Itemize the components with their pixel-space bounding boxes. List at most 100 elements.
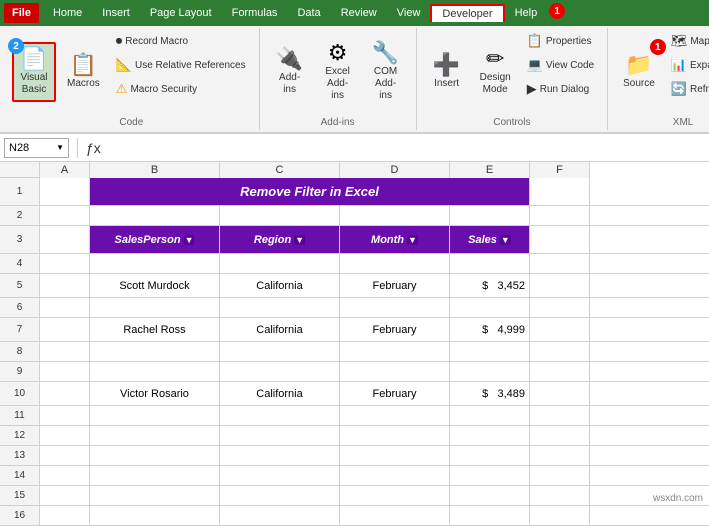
cell-b2[interactable] <box>90 206 220 225</box>
cell-a1[interactable] <box>40 178 90 205</box>
map-props-button[interactable]: 🗺 Map Prop... <box>666 30 709 52</box>
cell-b5[interactable]: Scott Murdock <box>90 274 220 297</box>
col-header-d[interactable]: D <box>340 162 450 178</box>
cell-e16[interactable] <box>450 506 530 525</box>
row-header-2[interactable]: 2 <box>0 206 39 226</box>
cell-d9[interactable] <box>340 362 450 381</box>
row-header-10[interactable]: 10 <box>0 382 39 406</box>
row-header-8[interactable]: 8 <box>0 342 39 362</box>
formula-input[interactable] <box>105 138 705 158</box>
col-header-a[interactable]: A <box>40 162 90 178</box>
row-header-16[interactable]: 16 <box>0 506 39 526</box>
cell-e3-header[interactable]: Sales ▼ <box>450 226 530 253</box>
cell-f16[interactable] <box>530 506 590 525</box>
cell-c4[interactable] <box>220 254 340 273</box>
design-mode-button[interactable]: ✏ DesignMode <box>473 43 518 101</box>
cell-c8[interactable] <box>220 342 340 361</box>
cell-b1-title[interactable]: Remove Filter in Excel <box>90 178 530 205</box>
cell-d6[interactable] <box>340 298 450 317</box>
cell-e9[interactable] <box>450 362 530 381</box>
cell-c2[interactable] <box>220 206 340 225</box>
excel-add-ins-button[interactable]: ⚙ ExcelAdd-ins <box>316 37 360 107</box>
row-header-5[interactable]: 5 <box>0 274 39 298</box>
cell-a2[interactable] <box>40 206 90 225</box>
properties-button[interactable]: 📋 Properties <box>522 30 599 52</box>
cell-f11[interactable] <box>530 406 590 425</box>
cell-f14[interactable] <box>530 466 590 485</box>
row-header-6[interactable]: 6 <box>0 298 39 318</box>
row-header-4[interactable]: 4 <box>0 254 39 274</box>
cell-b15[interactable] <box>90 486 220 505</box>
cell-d16[interactable] <box>340 506 450 525</box>
tab-data[interactable]: Data <box>287 3 330 23</box>
region-filter-icon[interactable]: ▼ <box>294 235 305 245</box>
cell-e15[interactable] <box>450 486 530 505</box>
cell-d13[interactable] <box>340 446 450 465</box>
cell-e11[interactable] <box>450 406 530 425</box>
name-box-dropdown[interactable]: ▼ <box>56 143 64 152</box>
cell-e5[interactable]: $ 3,452 <box>450 274 530 297</box>
cell-e10[interactable]: $ 3,489 <box>450 382 530 405</box>
cell-f1[interactable] <box>530 178 590 205</box>
salesperson-filter-icon[interactable]: ▼ <box>184 235 195 245</box>
cell-b12[interactable] <box>90 426 220 445</box>
row-header-3[interactable]: 3 <box>0 226 39 254</box>
macro-security-button[interactable]: ⚠ Macro Security <box>111 78 251 100</box>
cell-f15[interactable] <box>530 486 590 505</box>
cell-f13[interactable] <box>530 446 590 465</box>
row-header-14[interactable]: 14 <box>0 466 39 486</box>
row-header-7[interactable]: 7 <box>0 318 39 342</box>
cell-e12[interactable] <box>450 426 530 445</box>
cell-e2[interactable] <box>450 206 530 225</box>
name-box[interactable]: N28 ▼ <box>4 138 69 158</box>
cell-c9[interactable] <box>220 362 340 381</box>
cell-d4[interactable] <box>340 254 450 273</box>
cell-a15[interactable] <box>40 486 90 505</box>
cell-f2[interactable] <box>530 206 590 225</box>
cell-b4[interactable] <box>90 254 220 273</box>
cell-d15[interactable] <box>340 486 450 505</box>
cell-c16[interactable] <box>220 506 340 525</box>
cell-a16[interactable] <box>40 506 90 525</box>
cell-c12[interactable] <box>220 426 340 445</box>
cell-e6[interactable] <box>450 298 530 317</box>
month-filter-icon[interactable]: ▼ <box>407 235 418 245</box>
cell-c7[interactable]: California <box>220 318 340 341</box>
cell-d5[interactable]: February <box>340 274 450 297</box>
view-code-button[interactable]: 💻 View Code <box>522 54 599 76</box>
col-header-c[interactable]: C <box>220 162 340 178</box>
cell-b7[interactable]: Rachel Ross <box>90 318 220 341</box>
cell-b3-header[interactable]: SalesPerson ▼ <box>90 226 220 253</box>
cell-a13[interactable] <box>40 446 90 465</box>
cell-b6[interactable] <box>90 298 220 317</box>
row-header-9[interactable]: 9 <box>0 362 39 382</box>
cell-e4[interactable] <box>450 254 530 273</box>
add-ins-button[interactable]: 🔌 Add-ins <box>268 43 312 101</box>
cell-e8[interactable] <box>450 342 530 361</box>
tab-review[interactable]: Review <box>331 3 387 23</box>
cell-c14[interactable] <box>220 466 340 485</box>
tab-view[interactable]: View <box>387 3 431 23</box>
cell-c5[interactable]: California <box>220 274 340 297</box>
cell-d3-header[interactable]: Month ▼ <box>340 226 450 253</box>
run-dialog-button[interactable]: ▶ Run Dialog <box>522 78 599 100</box>
use-relative-button[interactable]: 📐 Use Relative References <box>111 54 251 76</box>
row-header-12[interactable]: 12 <box>0 426 39 446</box>
col-header-b[interactable]: B <box>90 162 220 178</box>
cell-a4[interactable] <box>40 254 90 273</box>
row-header-15[interactable]: 15 <box>0 486 39 506</box>
cell-c11[interactable] <box>220 406 340 425</box>
tab-formulas[interactable]: Formulas <box>222 3 288 23</box>
cell-b10[interactable]: Victor Rosario <box>90 382 220 405</box>
cell-a9[interactable] <box>40 362 90 381</box>
cell-e14[interactable] <box>450 466 530 485</box>
cell-a8[interactable] <box>40 342 90 361</box>
cell-f5[interactable] <box>530 274 590 297</box>
cell-f8[interactable] <box>530 342 590 361</box>
tab-page-layout[interactable]: Page Layout <box>140 3 222 23</box>
cell-c13[interactable] <box>220 446 340 465</box>
cell-f9[interactable] <box>530 362 590 381</box>
cell-e7[interactable]: $ 4,999 <box>450 318 530 341</box>
tab-file[interactable]: File <box>4 3 39 23</box>
cell-c15[interactable] <box>220 486 340 505</box>
